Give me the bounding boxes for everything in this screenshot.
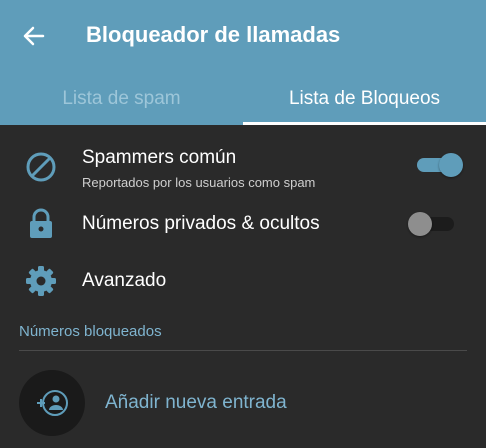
page-title: Bloqueador de llamadas — [86, 22, 341, 47]
section-divider — [19, 350, 467, 351]
tab-bar: Lista de spam Lista de Bloqueos — [0, 72, 486, 125]
setting-common-spammers[interactable]: Spammers común Reportados por los usuari… — [0, 140, 486, 196]
add-entry-button[interactable] — [19, 370, 85, 436]
toggle-thumb — [439, 153, 463, 177]
app-bar: Bloqueador de llamadas Lista de spam Lis… — [0, 0, 486, 125]
tab-spam-list[interactable]: Lista de spam — [0, 72, 243, 125]
setting-subtitle: Reportados por los usuarios como spam — [82, 175, 316, 190]
block-icon — [24, 150, 58, 184]
arrow-left-icon — [23, 26, 45, 46]
setting-title: Spammers común — [82, 147, 237, 168]
common-spammers-toggle[interactable] — [413, 152, 463, 178]
gear-icon — [24, 264, 58, 298]
add-entry-label[interactable]: Añadir nueva entrada — [105, 392, 287, 414]
lock-icon — [24, 207, 58, 241]
add-contact-icon — [37, 390, 68, 416]
blocked-numbers-header: Números bloqueados — [19, 323, 162, 340]
private-numbers-toggle[interactable] — [408, 211, 458, 237]
setting-title: Avanzado — [82, 270, 167, 291]
tab-block-list[interactable]: Lista de Bloqueos — [243, 72, 486, 125]
toggle-thumb — [408, 212, 432, 236]
back-button[interactable] — [14, 18, 54, 54]
setting-advanced[interactable]: Avanzado — [0, 258, 486, 304]
setting-title: Números privados & ocultos — [82, 213, 320, 234]
setting-private-numbers[interactable]: Números privados & ocultos — [0, 200, 486, 250]
